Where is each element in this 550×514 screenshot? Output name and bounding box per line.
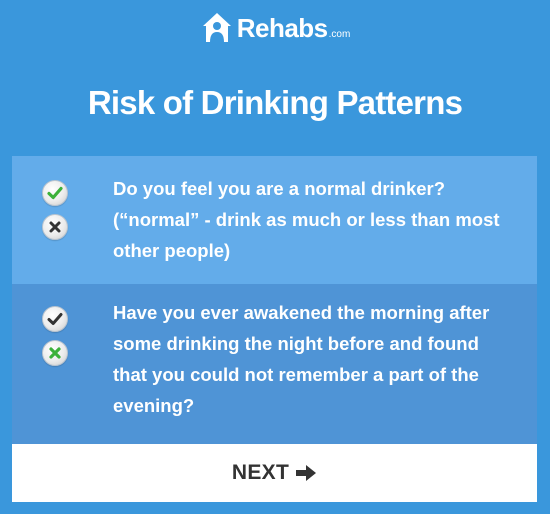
- question-line: some drinking the night before and found: [113, 333, 479, 354]
- question-text: Do you feel you are a normal drinker? (“…: [113, 173, 525, 266]
- question-line: that you could not remember a part of th…: [113, 364, 479, 385]
- answer-options: [42, 306, 70, 366]
- brand-suffix: .com: [328, 28, 351, 40]
- question-line: (“normal” - drink as much or less than m…: [113, 209, 500, 230]
- yes-option-button[interactable]: [42, 180, 68, 206]
- check-icon: [47, 313, 63, 325]
- question-card-2: Have you ever awakened the morning after…: [12, 284, 537, 444]
- check-icon: [47, 186, 63, 200]
- next-button[interactable]: NEXT: [12, 444, 537, 502]
- no-option-button[interactable]: [42, 340, 68, 366]
- brand-name: Rehabs: [236, 12, 328, 43]
- yes-option-button[interactable]: [42, 306, 68, 332]
- question-line: Do you feel you are a normal drinker?: [113, 178, 446, 199]
- next-button-label: NEXT: [231, 461, 290, 484]
- question-card-1: Do you feel you are a normal drinker? (“…: [12, 156, 537, 284]
- arrow-right-icon: [296, 465, 317, 481]
- page-title: Risk of Drinking Patterns: [87, 84, 463, 121]
- question-line: other people): [113, 240, 231, 261]
- no-option-button[interactable]: [42, 214, 68, 240]
- answer-options: [42, 180, 70, 240]
- brand-logo: Rehabs .com: [0, 10, 550, 46]
- house-person-icon: [202, 13, 231, 42]
- question-text: Have you ever awakened the morning after…: [113, 297, 525, 421]
- question-line: Have you ever awakened the morning after: [113, 302, 490, 323]
- x-icon: [49, 347, 61, 359]
- question-line: evening?: [113, 395, 195, 416]
- x-icon: [49, 221, 61, 233]
